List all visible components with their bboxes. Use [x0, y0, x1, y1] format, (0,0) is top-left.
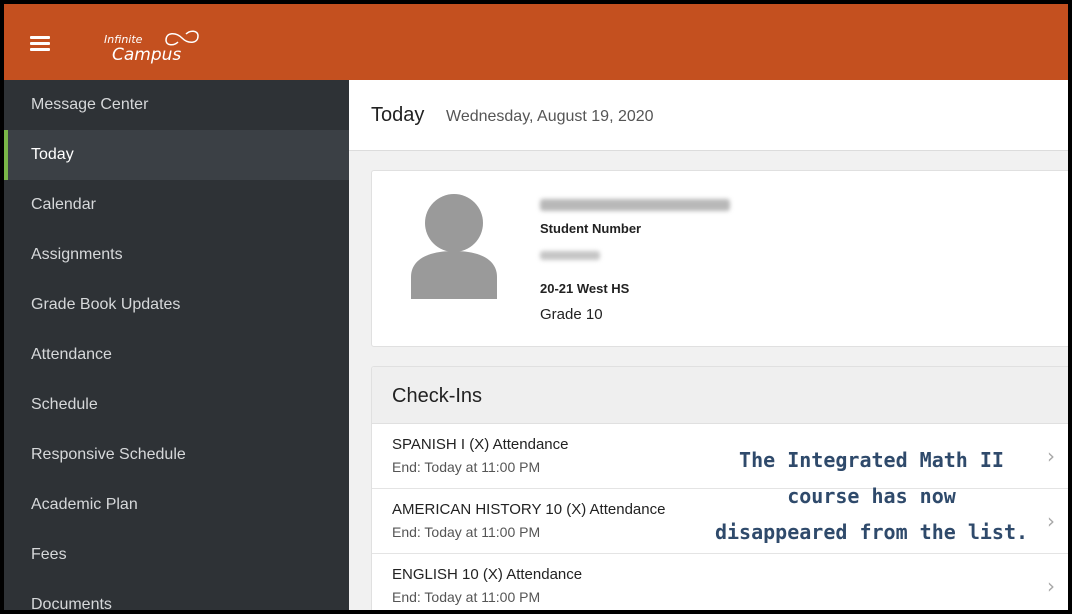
chevron-right-icon: › [1047, 444, 1055, 468]
student-number-label: Student Number [540, 221, 642, 236]
avatar-icon [411, 194, 497, 299]
checkin-course-name: SPANISH I (X) Attendance [392, 436, 569, 453]
checkin-end-time: End: Today at 11:00 PM [392, 459, 541, 475]
annotation-line-2: course has now [787, 484, 956, 508]
checkin-end-time: End: Today at 11:00 PM [392, 524, 541, 540]
annotation-line-1: The Integrated Math II [739, 448, 1004, 472]
app-window: Infinite Campus Message Center Today Cal… [0, 0, 1072, 614]
chevron-right-icon: › [1047, 574, 1055, 598]
student-number-redacted [540, 251, 600, 260]
page-title: Today [371, 104, 425, 126]
sidebar-item-academic-plan[interactable]: Academic Plan [4, 480, 349, 530]
sidebar-item-grade-book-updates[interactable]: Grade Book Updates [4, 280, 349, 330]
chevron-right-icon: › [1047, 509, 1055, 533]
student-name-redacted [540, 199, 730, 211]
infinity-icon [165, 30, 199, 46]
tutorial-annotation: The Integrated Math II course has now di… [699, 442, 1044, 550]
checkin-course-name: ENGLISH 10 (X) Attendance [392, 566, 583, 583]
sidebar-item-today[interactable]: Today [4, 130, 349, 180]
hamburger-menu-icon[interactable] [30, 36, 50, 51]
sidebar-item-calendar[interactable]: Calendar [4, 180, 349, 230]
sidebar-item-assignments[interactable]: Assignments [4, 230, 349, 280]
checkin-row-english[interactable]: ENGLISH 10 (X) Attendance End: Today at … [372, 554, 1068, 610]
sidebar-item-fees[interactable]: Fees [4, 530, 349, 580]
page-date: Wednesday, August 19, 2020 [446, 108, 654, 125]
grade-label: Grade 10 [540, 306, 603, 323]
school-year-label: 20-21 West HS [540, 281, 630, 296]
annotation-line-3: disappeared from the list. [714, 520, 1029, 544]
student-profile-card: Student Number 20-21 West HS Grade 10 [371, 170, 1068, 347]
top-bar: Infinite Campus [4, 4, 1068, 80]
checkins-title: Check-Ins [392, 385, 483, 407]
checkin-course-name: AMERICAN HISTORY 10 (X) Attendance [392, 501, 666, 518]
sidebar-item-schedule[interactable]: Schedule [4, 380, 349, 430]
sidebar-item-message-center[interactable]: Message Center [4, 80, 349, 130]
sidebar-item-responsive-schedule[interactable]: Responsive Schedule [4, 430, 349, 480]
infinite-campus-logo[interactable]: Infinite Campus [96, 26, 226, 70]
checkin-end-time: End: Today at 11:00 PM [392, 589, 541, 605]
page-header: Today Wednesday, August 19, 2020 [349, 80, 1068, 151]
sidebar-nav: Message Center Today Calendar Assignment… [4, 80, 349, 610]
sidebar-item-attendance[interactable]: Attendance [4, 330, 349, 380]
checkins-header: Check-Ins [372, 367, 1068, 424]
sidebar-item-documents[interactable]: Documents [4, 580, 349, 610]
